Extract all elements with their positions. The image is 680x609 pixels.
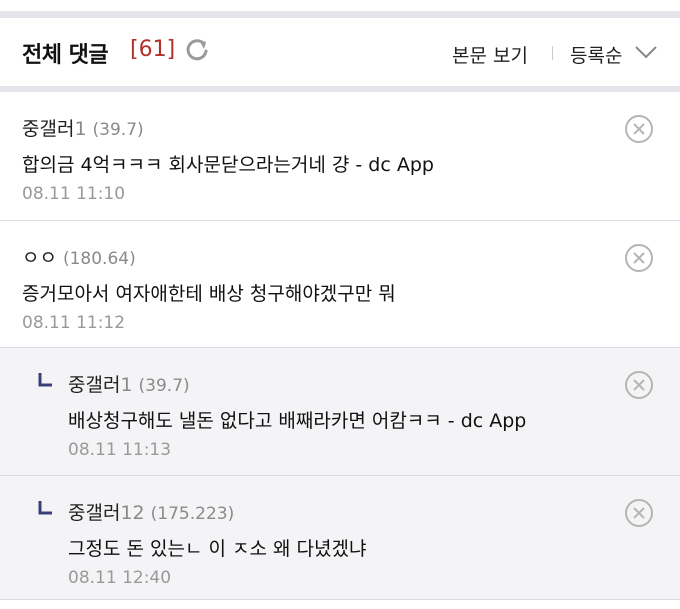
comment-item: 중갤러1 (39.7) 합의금 4억ㅋㅋㅋ 회사문닫으라는거네 걍 - dc Ap… (0, 92, 680, 221)
close-circle-icon[interactable] (624, 498, 654, 528)
comment-header: 전체 댓글 [61] 본문 보기 등록순 (0, 18, 680, 86)
header-separator (552, 46, 553, 60)
comment-count: [61] (130, 37, 176, 62)
comment-text: 그정도 돈 있는ㄴ 이 ㅈ소 왜 다녔겠냐 (68, 538, 367, 560)
close-circle-icon[interactable] (624, 370, 654, 400)
comment-ip: (180.64) (62, 249, 136, 269)
comment-text: 배상청구해도 낼돈 없다고 배째라카면 어캄ㅋㅋ - dc App (68, 410, 527, 432)
comment-meta: 중갤러12 (175.223) (68, 498, 234, 525)
reply-item: 중갤러12 (175.223) 그정도 돈 있는ㄴ 이 ㅈ소 왜 다녔겠냐 08.… (0, 476, 680, 600)
reply-item: 중갤러1 (39.7) 배상청구해도 낼돈 없다고 배째라카면 어캄ㅋㅋ - dc… (0, 348, 680, 476)
comment-item: ㅇㅇ (180.64) 증거모아서 여자애한테 배상 청구해야겠구만 뭐 08.1… (0, 221, 680, 348)
comment-nickname[interactable]: ㅇㅇ (22, 247, 57, 269)
close-circle-icon[interactable] (624, 114, 654, 144)
comment-text: 증거모아서 여자애한테 배상 청구해야겠구만 뭐 (22, 283, 396, 305)
comment-meta: 중갤러1 (39.7) (22, 114, 144, 141)
comment-nickname[interactable]: 중갤러 (68, 374, 120, 396)
view-body-link[interactable]: 본문 보기 (452, 41, 528, 68)
comment-meta: ㅇㅇ (180.64) (22, 243, 136, 270)
sort-dropdown[interactable]: 등록순 (570, 41, 622, 68)
close-circle-icon[interactable] (624, 243, 654, 273)
comment-date: 08.11 11:12 (22, 313, 126, 333)
comment-nickname[interactable]: 중갤러 (68, 502, 120, 524)
comment-level: 12 (120, 502, 145, 524)
comment-ip: (39.7) (138, 376, 190, 396)
comment-level: 1 (120, 374, 133, 396)
top-band (0, 0, 680, 18)
comment-meta: 중갤러1 (39.7) (68, 370, 190, 397)
reply-arrow-icon (38, 372, 52, 387)
comment-ip: (39.7) (92, 120, 144, 140)
comment-ip: (175.223) (150, 504, 235, 524)
comment-section-title: 전체 댓글 (22, 43, 109, 68)
refresh-icon[interactable] (183, 36, 211, 64)
chevron-down-icon[interactable] (634, 42, 658, 62)
comment-date: 08.11 11:10 (22, 184, 126, 204)
reply-arrow-icon (38, 500, 52, 515)
top-divider (0, 11, 680, 18)
comment-date: 08.11 12:40 (68, 568, 172, 588)
comment-level: 1 (74, 118, 87, 140)
comment-date: 08.11 11:13 (68, 440, 172, 460)
comment-nickname[interactable]: 중갤러 (22, 118, 74, 140)
comment-text: 합의금 4억ㅋㅋㅋ 회사문닫으라는거네 걍 - dc App (22, 154, 434, 176)
